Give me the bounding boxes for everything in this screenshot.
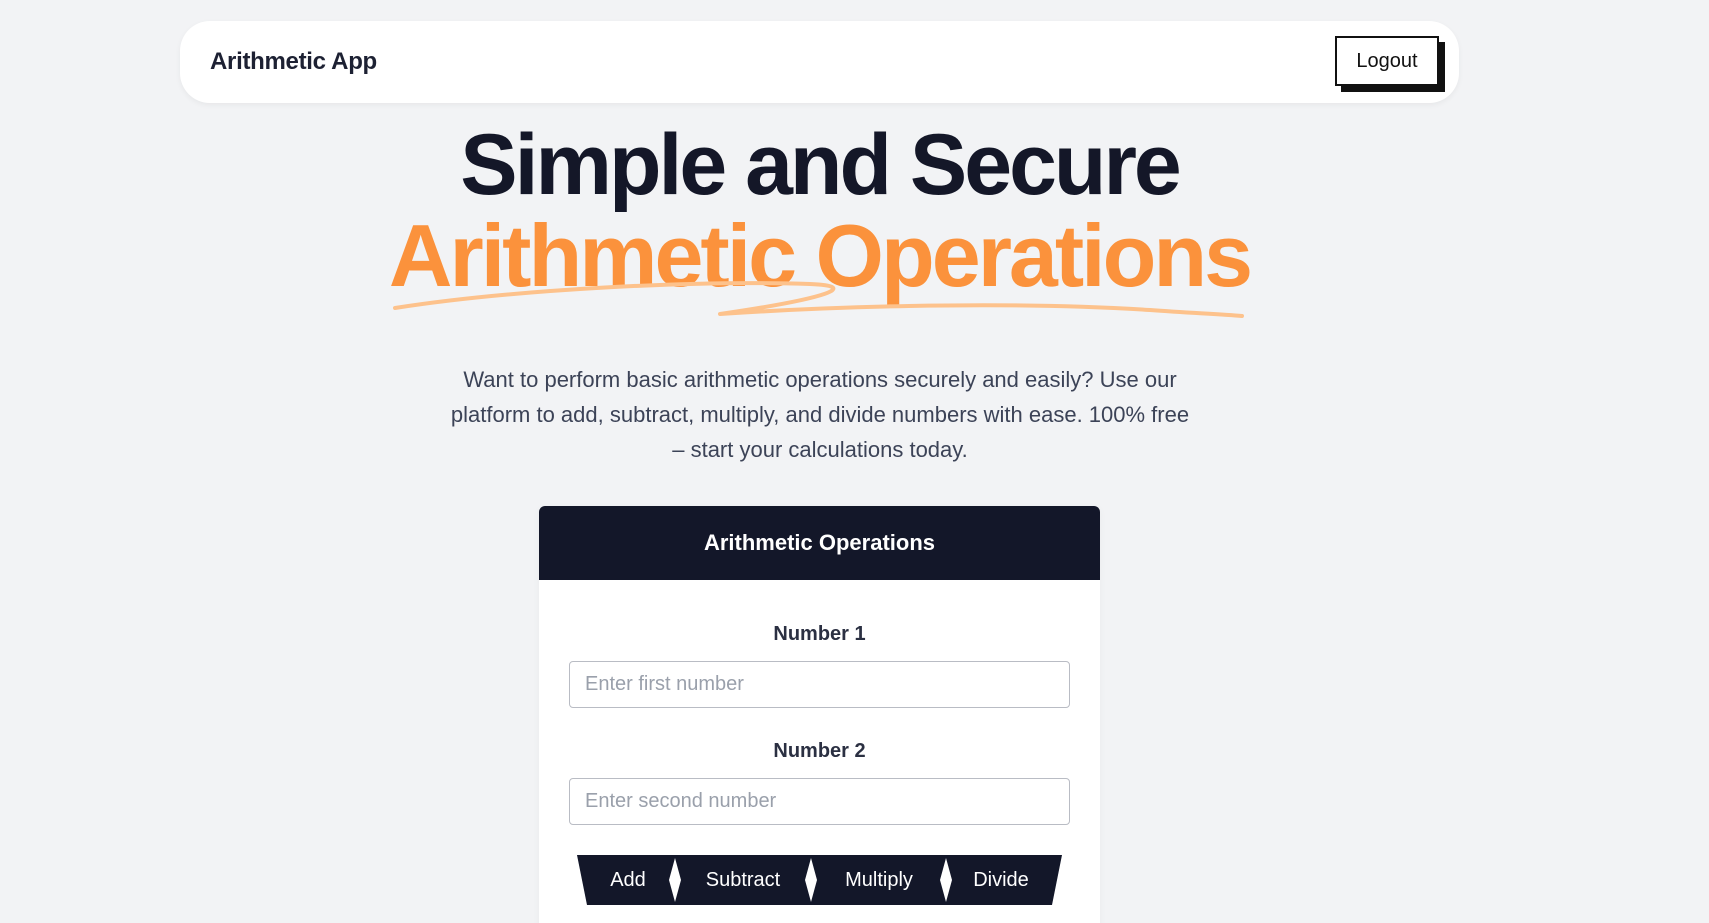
- divide-button[interactable]: Divide: [954, 855, 1048, 905]
- arithmetic-card: Arithmetic Operations Number 1 Number 2 …: [539, 506, 1100, 923]
- hero-title-line1: Simple and Secure: [460, 117, 1182, 213]
- card-header: Arithmetic Operations: [539, 506, 1100, 580]
- number1-input[interactable]: [569, 661, 1070, 708]
- number1-label: Number 1: [773, 623, 866, 645]
- multiply-button[interactable]: Multiply: [819, 855, 939, 905]
- add-button[interactable]: Add: [589, 855, 667, 905]
- number2-input[interactable]: [569, 778, 1070, 825]
- navbar: Arithmetic App Logout: [180, 21, 1459, 103]
- logout-button[interactable]: Logout: [1335, 36, 1439, 86]
- brand-title[interactable]: Arithmetic App: [210, 21, 377, 103]
- hero-description: Want to perform basic arithmetic operati…: [450, 367, 1190, 462]
- number2-label: Number 2: [773, 740, 866, 762]
- underline-scribble: [393, 281, 1244, 318]
- operations-bar: Add Subtract Multiply Divide: [577, 855, 1062, 905]
- subtract-button[interactable]: Subtract: [683, 855, 803, 905]
- page: Arithmetic App Logout Simple and Secure …: [0, 0, 1709, 923]
